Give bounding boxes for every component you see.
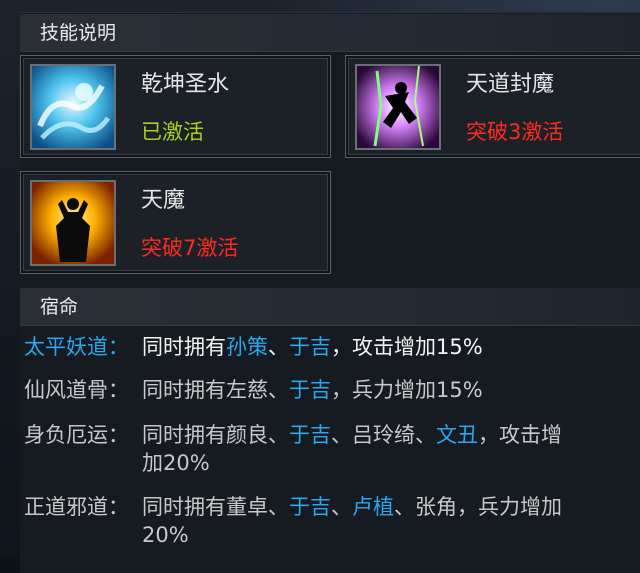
- highlighted-hero-name: 于吉: [289, 423, 331, 447]
- fate-text: 同时拥有左慈、: [142, 378, 289, 402]
- skill-card-2[interactable]: 天道封魔 突破3激活: [345, 55, 640, 158]
- fate-text: 同时拥有颜良、: [142, 423, 289, 447]
- fate-text: ，兵力增加15%: [331, 378, 483, 402]
- fire-demon-silhouette-icon: [30, 180, 116, 266]
- skill-name: 天道封魔: [466, 72, 555, 97]
- highlighted-hero-name: 卢植: [352, 495, 394, 519]
- fate-description: 同时拥有孙策、于吉，攻击增加15%: [142, 333, 562, 361]
- fate-label: 太平妖道：: [24, 335, 129, 359]
- fate-text: 、: [331, 495, 352, 519]
- fate-description: 同时拥有董卓、于吉、卢植、张角，兵力增加20%: [142, 493, 562, 549]
- highlighted-hero-name: 于吉: [289, 495, 331, 519]
- fate-section-title: 宿命: [40, 296, 79, 318]
- fate-text: 、吕玲绮、: [331, 423, 436, 447]
- highlighted-hero-name: 于吉: [289, 378, 331, 402]
- skill-name: 天魔: [141, 188, 186, 213]
- fate-description: 同时拥有左慈、于吉，兵力增加15%: [142, 376, 562, 404]
- fate-text: 、: [268, 335, 289, 359]
- skill-card-1[interactable]: 乾坤圣水 已激活: [20, 55, 331, 158]
- fate-label: 正道邪道：: [24, 495, 129, 519]
- fate-text: 同时拥有: [142, 335, 226, 359]
- skill-status: 已激活: [141, 120, 204, 144]
- fate-section-header: 宿命: [20, 288, 640, 326]
- purple-lightning-silhouette-icon: [355, 64, 441, 150]
- skill-name: 乾坤圣水: [141, 72, 230, 97]
- skill-card-3[interactable]: 天魔 突破7激活: [20, 171, 331, 274]
- fate-label: 仙风道骨：: [24, 378, 129, 402]
- fate-text: 同时拥有董卓、: [142, 495, 289, 519]
- fate-label: 身负厄运：: [24, 423, 129, 447]
- highlighted-hero-name: 于吉: [289, 335, 331, 359]
- skills-section-header: 技能说明: [20, 14, 640, 52]
- highlighted-hero-name: 文丑: [436, 423, 478, 447]
- skills-section-title: 技能说明: [40, 22, 117, 44]
- highlighted-hero-name: 孙策: [226, 335, 268, 359]
- fate-text: ，攻击增加15%: [331, 335, 483, 359]
- water-dragon-icon: [30, 64, 116, 150]
- skill-status: 突破7激活: [141, 236, 239, 260]
- skill-status: 突破3激活: [466, 120, 564, 144]
- fate-description: 同时拥有颜良、于吉、吕玲绮、文丑，攻击增加20%: [142, 421, 562, 477]
